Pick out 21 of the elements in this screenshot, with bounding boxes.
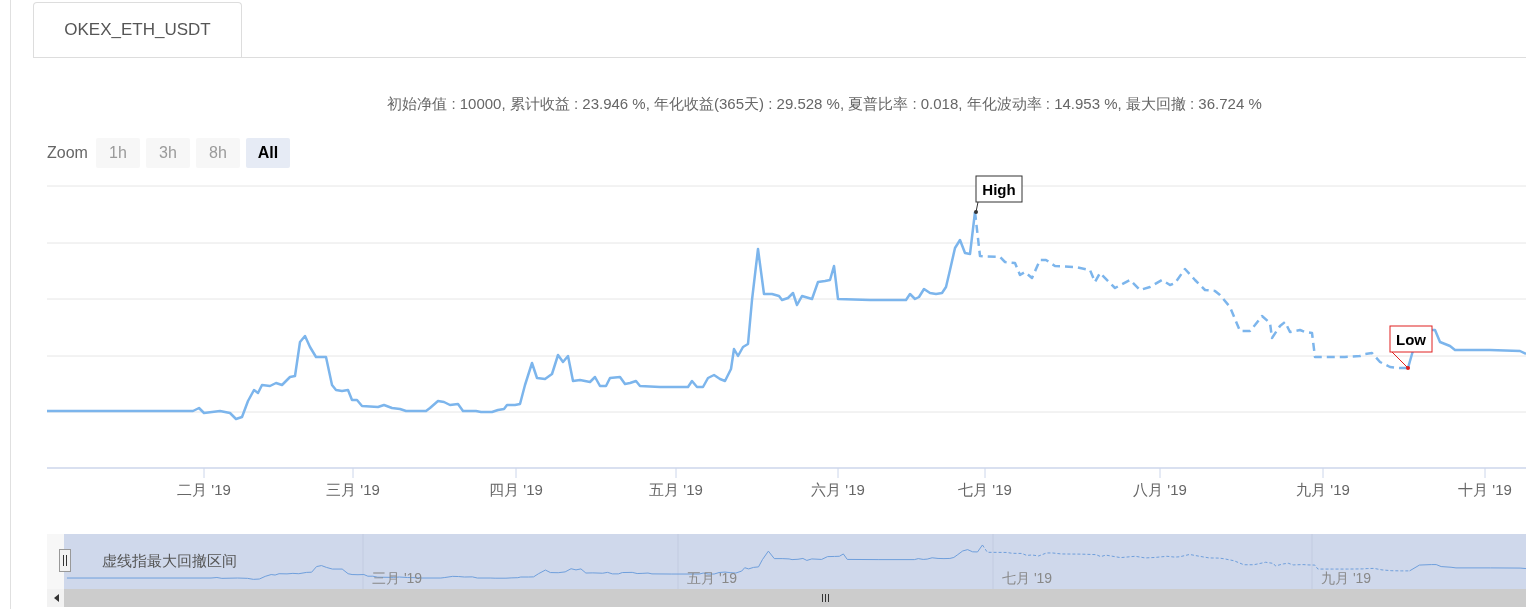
axis-label: 四月 '19 [489, 481, 543, 498]
navigator-note: 虚线指最大回撤区间 [102, 552, 237, 569]
navigator-axis-label: 九月 '19 [1321, 570, 1372, 586]
axis-label: 二月 '19 [177, 481, 231, 498]
axis-label: 六月 '19 [811, 481, 865, 498]
navigator-axis-label: 七月 '19 [1002, 570, 1053, 586]
navigator-handle[interactable] [59, 549, 71, 572]
axis-label: 五月 '19 [649, 481, 703, 498]
tab[interactable]: OKEX_ETH_USDT [33, 2, 242, 57]
axis-label: 七月 '19 [958, 481, 1012, 498]
chart-flag: High [974, 175, 1023, 214]
chart-flag: Low [1389, 325, 1433, 370]
axis-label: 三月 '19 [326, 481, 380, 498]
axis-label: 十月 '19 [1458, 481, 1512, 498]
summary-stats: 初始净值 : 10000, 累计收益 : 23.946 %, 年化收益(365天) : 29.528 %, 夏普比率 : 0.018, 年化波动率 : 14.953 %, 最大回撤 : 36.724 % [386, 94, 1263, 114]
zoom-label: Zoom [47, 144, 88, 162]
zoom-button[interactable]: All [245, 138, 290, 168]
navigator-axis-label: 五月 '19 [687, 570, 738, 586]
axis-label: 九月 '19 [1296, 481, 1350, 498]
axis-label: 八月 '19 [1133, 481, 1187, 498]
scrollbar[interactable] [47, 589, 1526, 607]
